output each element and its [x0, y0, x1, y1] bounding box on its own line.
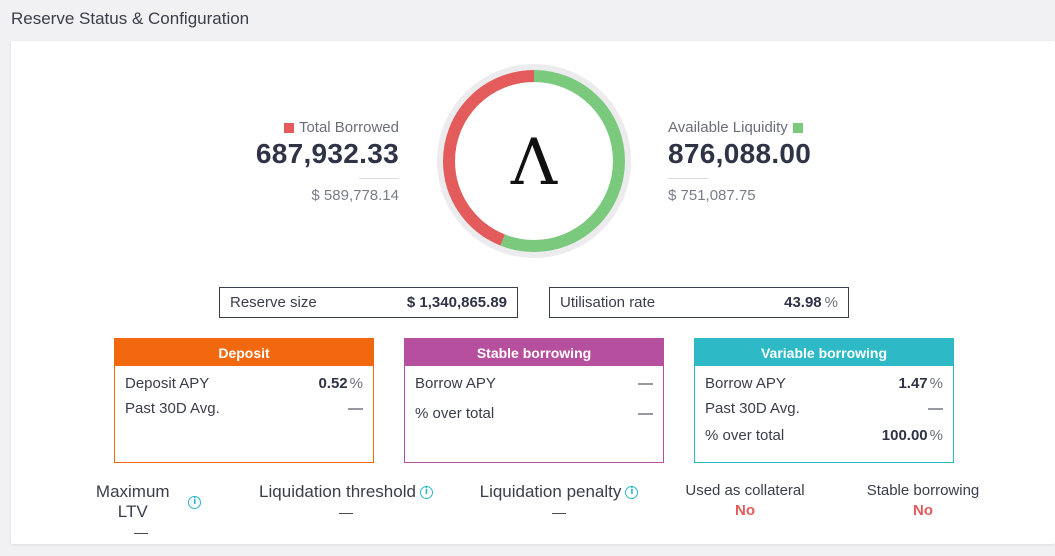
reserve-card: Total Borrowed 687,932.33 $ 589,778.14 Λ…	[11, 41, 1055, 544]
stable-over-total-label: % over total	[415, 405, 495, 422]
info-icon[interactable]: i	[625, 485, 639, 499]
available-liquidity-value: 876,088.00	[668, 138, 812, 169]
liquidation-threshold-value: —	[339, 504, 353, 520]
variable-30d-value: —	[928, 399, 943, 417]
variable-over-total-label: % over total	[705, 427, 785, 444]
aave-logo-icon: Λ	[510, 126, 558, 200]
variable-30d-row: Past 30D Avg. —	[695, 397, 953, 419]
variable-borrowing-header: Variable borrowing	[695, 339, 953, 366]
total-borrowed-label: Total Borrowed	[298, 119, 399, 136]
liquidation-penalty-value: —	[552, 504, 566, 520]
stable-over-total-row: % over total —	[405, 400, 663, 427]
used-as-collateral-param: Used as collateral No	[675, 482, 815, 519]
page-title: Reserve Status & Configuration	[11, 9, 250, 28]
liquidity-legend-swatch	[792, 122, 803, 133]
deposit-30d-value: —	[348, 399, 363, 417]
deposit-30d-label: Past 30D Avg.	[125, 399, 220, 417]
utilisation-donut: Λ	[436, 63, 632, 259]
utilisation-rate-label: Utilisation rate	[560, 294, 656, 311]
variable-over-total-value: 100.00	[881, 427, 928, 444]
deposit-30d-row: Past 30D Avg. —	[115, 397, 373, 419]
divider	[359, 178, 399, 179]
deposit-apy-row: Deposit APY 0.52%	[115, 370, 373, 397]
variable-apy-row: Borrow APY 1.47%	[695, 370, 953, 397]
variable-apy-unit: %	[929, 375, 943, 392]
utilisation-rate-unit: %	[824, 294, 838, 311]
borrowed-legend-swatch	[283, 122, 294, 133]
stable-over-total-value: —	[638, 405, 653, 422]
used-as-collateral-label: Used as collateral	[685, 482, 805, 499]
variable-apy-label: Borrow APY	[705, 375, 786, 392]
deposit-apy-value: 0.52	[318, 375, 348, 392]
variable-borrowing-box: Variable borrowing Borrow APY 1.47% Past…	[694, 338, 954, 463]
liquidation-penalty-label: Liquidation penalty	[479, 482, 622, 501]
stable-apy-row: Borrow APY —	[405, 370, 663, 397]
deposit-box: Deposit Deposit APY 0.52% Past 30D Avg. …	[114, 338, 374, 463]
available-liquidity-label: Available Liquidity	[668, 119, 788, 136]
available-liquidity-usd: $ 751,087.75	[668, 187, 756, 204]
used-as-collateral-value: No	[735, 502, 755, 519]
reserve-size-label: Reserve size	[230, 294, 317, 311]
total-borrowed-value: 687,932.33	[255, 138, 399, 169]
donut-chart: Λ	[437, 64, 631, 258]
liquidation-threshold-label: Liquidation threshold	[259, 482, 416, 501]
variable-over-total-row: % over total 100.00%	[695, 422, 953, 449]
reserve-size-pill: Reserve size $ 1,340,865.89	[219, 287, 518, 318]
utilisation-rate-value: 43.98	[784, 294, 822, 311]
deposit-apy-label: Deposit APY	[125, 375, 210, 392]
variable-30d-label: Past 30D Avg.	[705, 399, 800, 417]
utilisation-rate-pill: Utilisation rate 43.98%	[549, 287, 849, 318]
stable-apy-label: Borrow APY	[415, 375, 496, 392]
info-icon[interactable]: i	[188, 495, 201, 509]
total-borrowed-stat: Total Borrowed 687,932.33 $ 589,778.14	[256, 119, 399, 204]
deposit-header: Deposit	[115, 339, 373, 366]
stable-borrowing-param: Stable borrowing No	[853, 482, 993, 519]
total-borrowed-usd: $ 589,778.14	[311, 187, 399, 204]
liquidation-penalty-param: Liquidation penalty i —	[473, 482, 645, 520]
maximum-ltv-value: —	[134, 524, 148, 540]
deposit-apy-unit: %	[349, 375, 363, 392]
maximum-ltv-param: Maximum LTV i —	[81, 482, 201, 540]
variable-over-total-unit: %	[929, 427, 943, 444]
stable-apy-value: —	[638, 375, 653, 392]
liquidation-threshold-param: Liquidation threshold i —	[249, 482, 443, 520]
available-liquidity-stat: Available Liquidity 876,088.00 $ 751,087…	[668, 119, 811, 204]
stable-borrowing-label: Stable borrowing	[866, 482, 980, 499]
reserve-size-value: $ 1,340,865.89	[406, 294, 507, 311]
stable-borrowing-header: Stable borrowing	[405, 339, 663, 366]
info-icon[interactable]: i	[419, 485, 433, 499]
stable-borrowing-value: No	[913, 502, 933, 519]
divider	[668, 178, 708, 179]
maximum-ltv-label: Maximum LTV	[95, 482, 170, 521]
variable-apy-value: 1.47	[898, 375, 928, 392]
stable-borrowing-box: Stable borrowing Borrow APY — % over tot…	[404, 338, 664, 463]
